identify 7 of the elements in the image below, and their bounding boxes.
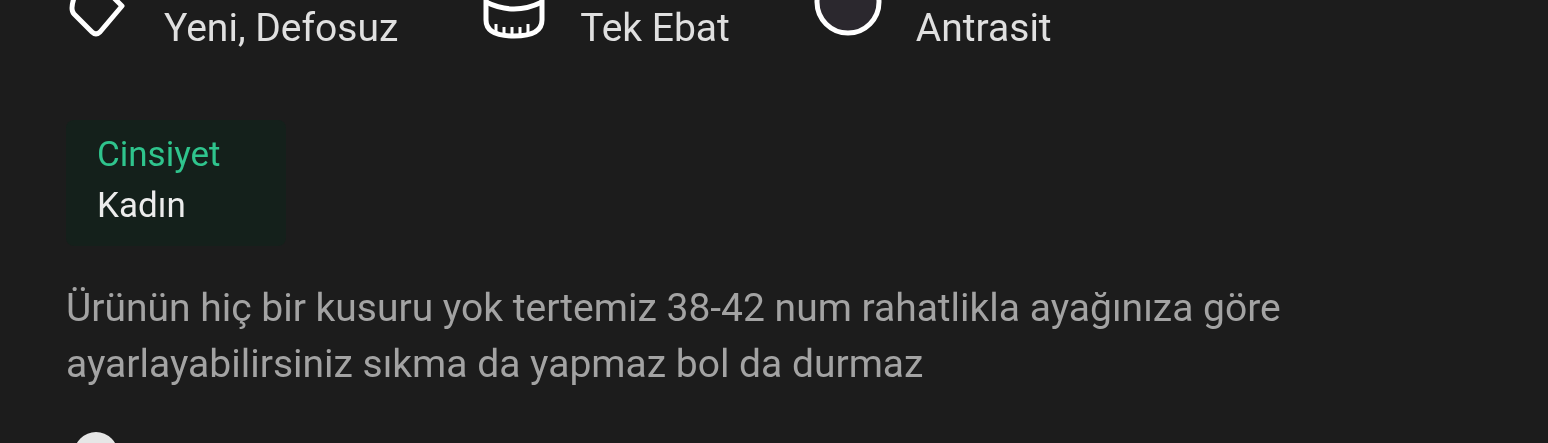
description-text: Ürünün hiç bir kusuru yok tertemiz 38-42 num rahatlikla ayağınıza göre ayarlayabilirsiniz sıkma da yapmaz bol da durmaz <box>66 284 1282 389</box>
feature-label: Antrasit <box>915 6 1052 50</box>
attribute-value: Kadın <box>97 184 187 228</box>
attribute-label: Cinsiyet <box>97 133 222 177</box>
feature-label: Yeni, Defosuz <box>164 6 399 50</box>
feature-label: Tek Ebat <box>580 6 730 50</box>
measuring-tape-icon <box>482 0 547 40</box>
